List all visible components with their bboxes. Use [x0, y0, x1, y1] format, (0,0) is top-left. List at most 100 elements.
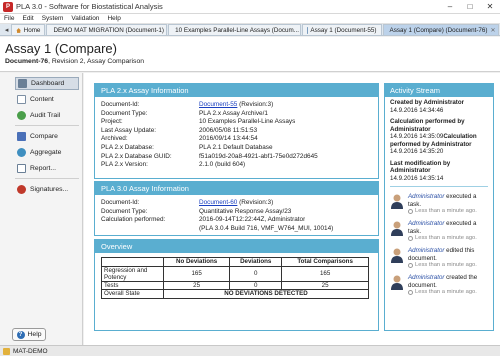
info-row: Calculation performed: 2016-09-14T12:22:4…	[101, 216, 372, 225]
column-header: No Deviations	[162, 257, 231, 267]
pla3-info-card: PLA 3.0 Assay Information Document-Id: Do…	[94, 181, 379, 236]
menu-system[interactable]: System	[42, 15, 64, 22]
table-cell: 25	[162, 280, 231, 290]
sidebar-item-report[interactable]: Report...	[15, 162, 79, 175]
sidebar-item-label: Dashboard	[31, 80, 65, 87]
activity-entry-title: Last modification by Administrator	[390, 159, 451, 175]
activity-feed-item: Administrator edited this document. Less…	[385, 245, 493, 272]
field-value: PLA 2.x Assay Archive/1	[199, 109, 268, 117]
help-button[interactable]: ? Help	[12, 328, 46, 341]
clock-icon	[408, 236, 413, 242]
page-title: Assay 1 (Compare)	[5, 41, 117, 56]
table-cell: 165	[162, 265, 231, 282]
sidebar-item-signatures[interactable]: Signatures...	[15, 183, 79, 196]
field-label: Document Type:	[101, 207, 148, 215]
menu-edit[interactable]: Edit	[22, 15, 33, 22]
sidebar-item-label: Report...	[30, 165, 57, 172]
content-icon	[17, 95, 26, 104]
feed-time: Less than a minute ago.	[415, 235, 477, 241]
field-value: 2006/05/08 11:51:53	[199, 126, 258, 134]
activity-entry-title: Calculation performed by Administrator	[390, 118, 465, 133]
column-header: Deviations	[229, 257, 283, 267]
card-title: PLA 2.x Assay Information	[95, 84, 378, 97]
field-label: Document-Id:	[101, 101, 140, 108]
tab-10-examples[interactable]: 10 Examples Parallel-Line Assays (Docum.…	[168, 24, 302, 35]
activity-entry-time: 14.9.2016 14:35:09	[390, 133, 444, 140]
user-avatar-icon	[391, 194, 403, 209]
tab-home[interactable]: Home	[11, 24, 46, 35]
page-header: Assay 1 (Compare) Document-76, Revision …	[0, 37, 500, 72]
sidebar-item-compare[interactable]: Compare	[15, 130, 79, 143]
dashboard-icon	[18, 79, 27, 88]
aggregate-icon	[17, 148, 26, 157]
app-logo-icon: P	[3, 1, 13, 12]
activity-entry: Last modification by Administrator 14.9.…	[385, 156, 493, 183]
pla3-document-link[interactable]: Document-60	[199, 199, 237, 206]
activity-feed-item: Administrator executed a task. Less than…	[385, 191, 493, 218]
main-content: PLA 2.x Assay Information Document-Id: Do…	[84, 73, 500, 345]
table-row: Regression and Potency 165 0 165	[101, 265, 369, 282]
tab-close-icon[interactable]: ✕	[491, 27, 496, 34]
card-title: PLA 3.0 Assay Information	[95, 182, 378, 195]
row-label: Regression and Potency	[101, 265, 164, 282]
clock-icon	[408, 209, 413, 215]
field-value: PLA 2.1 Default Database	[199, 143, 273, 151]
table-row: Tests 25 0 25	[101, 280, 369, 290]
clock-icon	[408, 263, 413, 269]
row-label: Tests	[101, 280, 164, 290]
feed-actor[interactable]: Administrator	[408, 274, 444, 281]
table-cell: 165	[281, 265, 369, 282]
sidebar-divider	[15, 125, 79, 126]
report-icon	[17, 164, 26, 173]
field-label: Document-Id:	[101, 199, 140, 206]
menu-validation[interactable]: Validation	[71, 15, 99, 22]
tab-assay-1[interactable]: Assay 1 (Document-55)	[302, 24, 382, 35]
activity-entry-title: Created by Administrator	[390, 99, 465, 106]
activity-entry-time: 14.9.2016 14:34:46	[390, 106, 444, 114]
column-header: Total Comparisons	[281, 257, 369, 267]
overview-card: Overview No Deviations Deviations Total …	[94, 239, 379, 331]
field-label: PLA 2.x Version:	[101, 161, 148, 169]
tab-label: Assay 1 (Compare) (Document-76)	[389, 26, 488, 34]
info-row: PLA 2.x Database GUID: f51a019d-20a8-4921…	[101, 153, 372, 162]
menu-file[interactable]: File	[4, 15, 14, 22]
info-row: Last Assay Update: 2006/05/08 11:51:53	[101, 127, 372, 136]
sidebar-item-dashboard[interactable]: Dashboard	[15, 77, 79, 90]
sidebar-item-label: Content	[30, 96, 54, 103]
help-icon: ?	[16, 330, 25, 339]
document-tab-bar: ◂ Home DEMO MAT MIGRATION (Document-1) 1…	[0, 24, 500, 36]
menu-bar: File Edit System Validation Help	[0, 14, 500, 24]
tab-demo-mat-migration[interactable]: DEMO MAT MIGRATION (Document-1)	[46, 24, 168, 35]
database-icon	[3, 347, 10, 355]
sidebar-item-content[interactable]: Content	[15, 93, 79, 106]
field-value: f51a019d-20a8-4921-abf1-75e0d272d645	[199, 152, 318, 160]
tab-label: DEMO MAT MIGRATION (Document-1)	[53, 26, 164, 34]
tab-scroll-left-icon[interactable]: ◂	[2, 24, 11, 35]
minimize-button[interactable]: –	[440, 0, 460, 14]
sidebar-item-audit-trail[interactable]: Audit Trail	[15, 109, 79, 122]
row-label: Overall State	[101, 289, 164, 299]
sidebar-divider	[15, 178, 79, 179]
feed-actor[interactable]: Administrator	[408, 193, 444, 200]
sidebar-item-aggregate[interactable]: Aggregate	[15, 146, 79, 159]
tab-assay-1-compare[interactable]: Assay 1 (Compare) (Document-76) ✕	[382, 24, 500, 35]
tab-label: Assay 1 (Document-55)	[310, 26, 377, 34]
home-icon	[16, 27, 22, 33]
maximize-button[interactable]: □	[460, 0, 480, 14]
pla2-document-link[interactable]: Document-55	[199, 101, 237, 108]
field-value: 10 Examples Parallel-Line Assays	[199, 118, 296, 126]
column-header	[101, 257, 164, 267]
activity-divider	[390, 186, 488, 187]
close-button[interactable]: ✕	[480, 0, 500, 14]
feed-time: Less than a minute ago.	[415, 208, 477, 214]
info-row: Document-Id: Document-55 (Revision:3)	[101, 101, 372, 110]
feed-actor[interactable]: Administrator	[408, 220, 444, 227]
info-row: Archived: 2016/09/14 13:44:54	[101, 135, 372, 144]
table-row: Overall State NO DEVIATIONS DETECTED	[101, 289, 369, 299]
menu-help[interactable]: Help	[107, 15, 120, 22]
info-row: Document Type: PLA 2.x Assay Archive/1	[101, 110, 372, 119]
feed-actor[interactable]: Administrator	[408, 247, 444, 254]
sidebar-item-label: Signatures...	[30, 186, 69, 193]
field-value: Quantitative Response Assay/23	[199, 207, 292, 215]
table-header-row: No Deviations Deviations Total Compariso…	[101, 257, 369, 267]
